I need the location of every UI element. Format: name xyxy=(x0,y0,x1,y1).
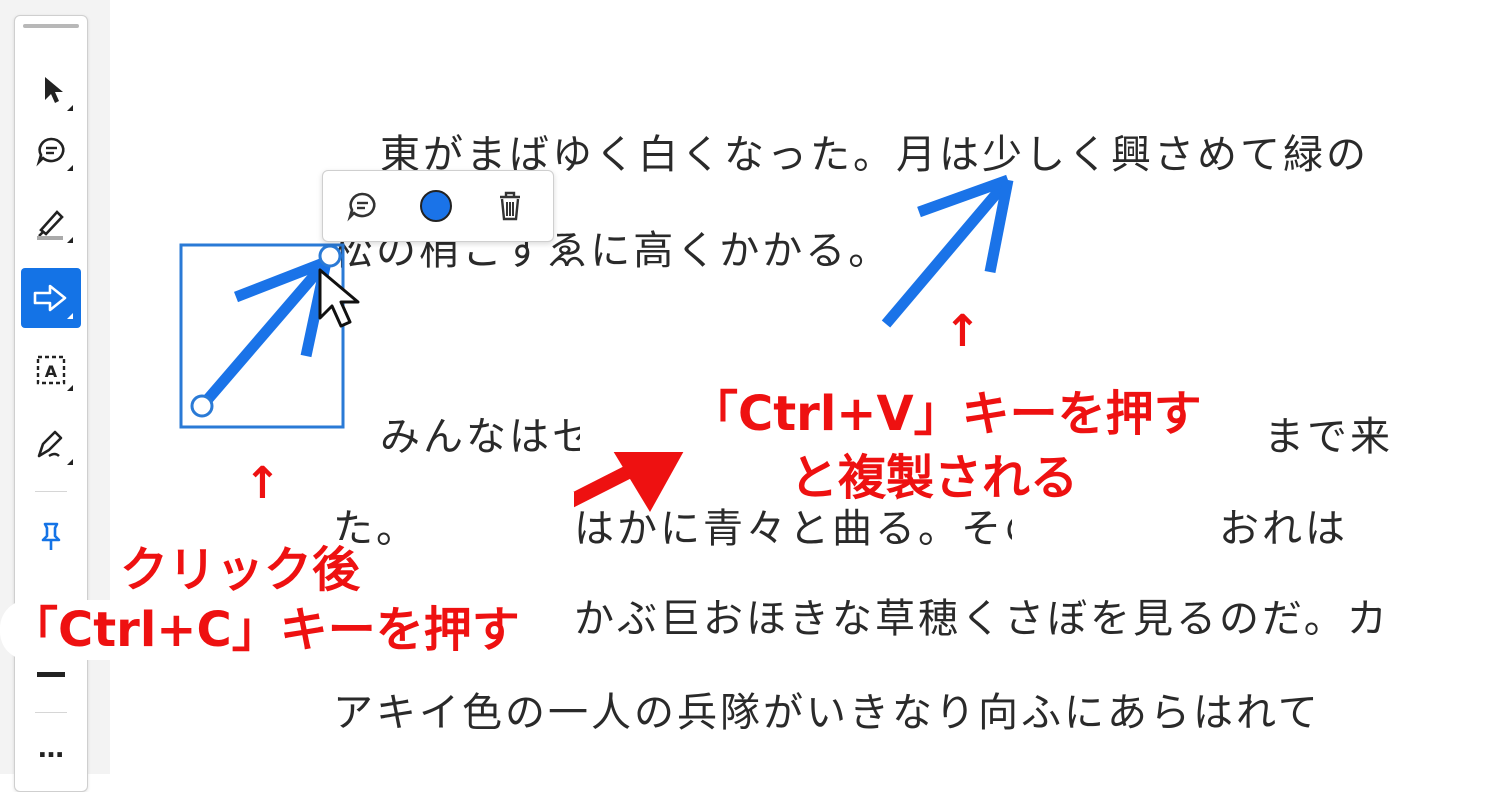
annotation-popup xyxy=(322,170,554,242)
text-mask xyxy=(580,392,690,452)
callout-up-arrow: ↑ xyxy=(944,306,981,357)
callout-up-arrow: ↑ xyxy=(244,458,281,509)
arrow-start-handle[interactable] xyxy=(190,394,214,418)
popup-comment-button[interactable] xyxy=(339,183,385,229)
arrow-end-handle[interactable] xyxy=(318,244,342,268)
color-dot-icon xyxy=(420,190,452,222)
trash-icon xyxy=(500,191,520,221)
text-mask xyxy=(1220,392,1264,452)
mouse-cursor-icon xyxy=(318,268,360,328)
text-mask xyxy=(398,492,574,548)
comment-bubble-icon xyxy=(347,192,376,222)
popup-delete-button[interactable] xyxy=(487,183,533,229)
paste-callout-line1: 「Ctrl+V」キーを押す xyxy=(690,386,1202,442)
copy-callout-line2: 「Ctrl+C」キーを押す xyxy=(0,590,530,660)
pasted-arrow-annotation[interactable] xyxy=(881,174,1014,328)
popup-color-button[interactable] xyxy=(413,183,459,229)
paste-callout-line2: と複製される xyxy=(790,450,1079,506)
selected-arrow-annotation[interactable] xyxy=(197,256,332,410)
